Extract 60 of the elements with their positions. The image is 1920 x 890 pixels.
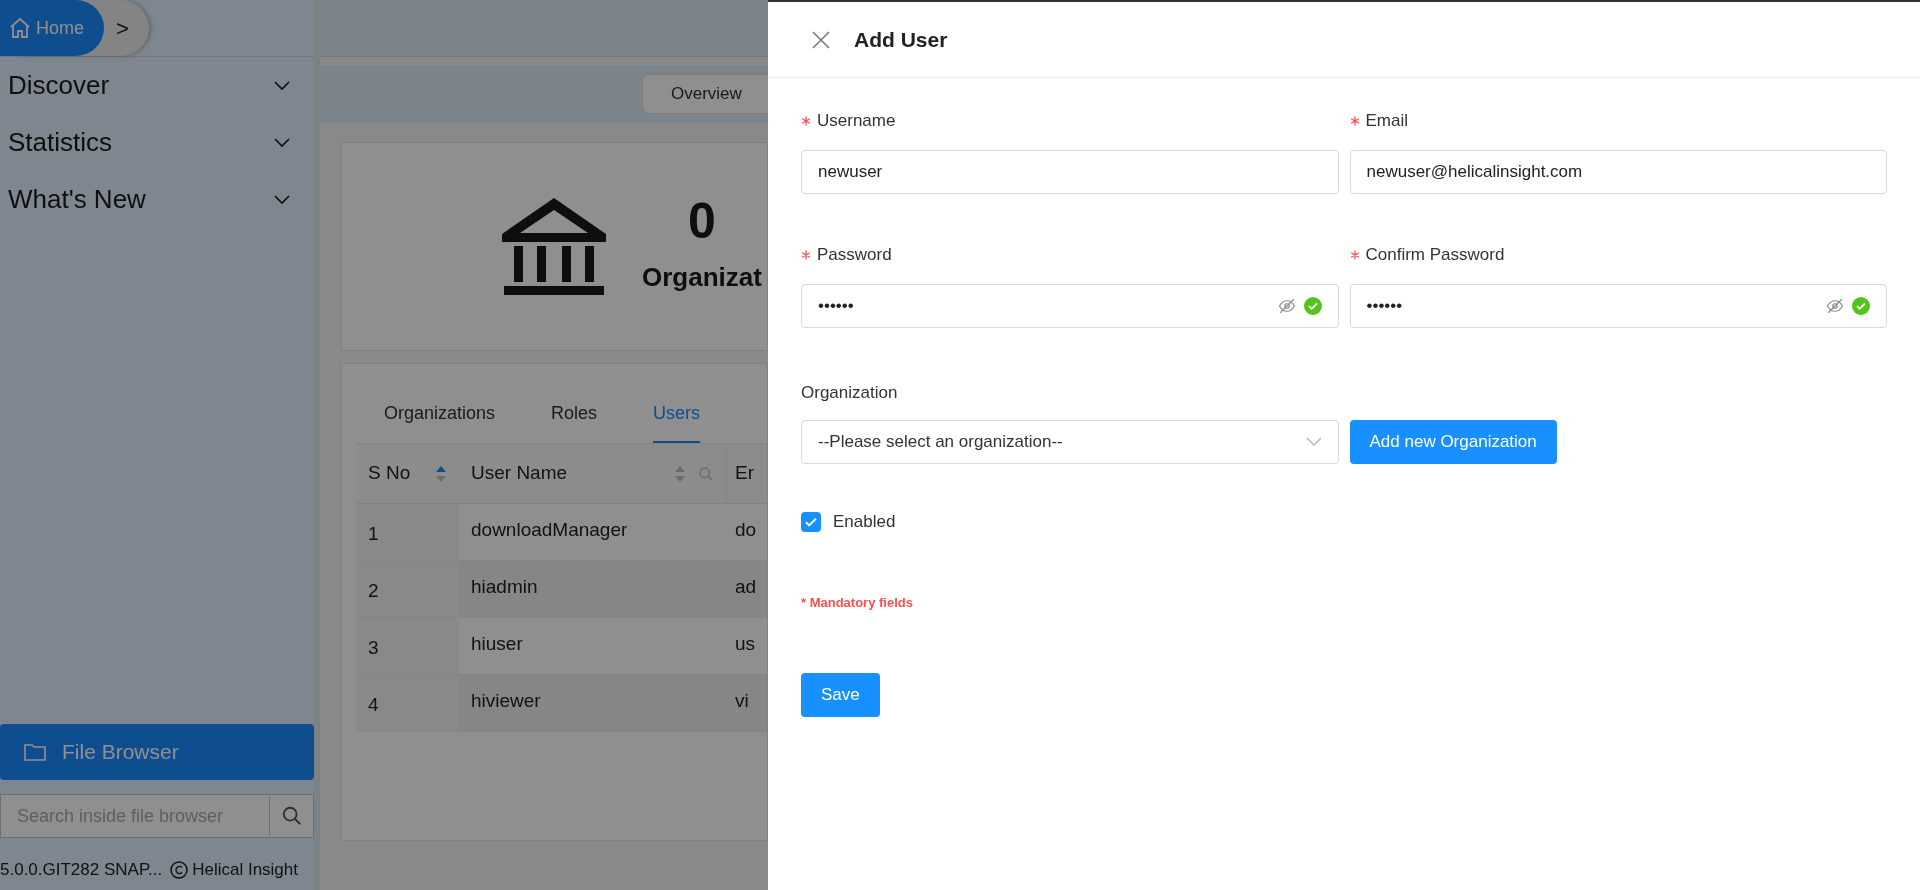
drawer-title: Add User — [854, 26, 948, 53]
sidebar-menu-item[interactable]: Statistics — [0, 114, 314, 171]
table-cell-text: hiviewer — [470, 689, 542, 713]
overview-button[interactable]: Overview — [642, 74, 768, 114]
stat-label: Organizat — [642, 261, 762, 294]
field-label: Organization — [801, 382, 899, 405]
table-cell-text: do — [734, 518, 758, 542]
chevron-down-icon — [274, 137, 290, 148]
mandatory-note: * Mandatory fields — [801, 593, 914, 612]
field-label: Confirm Password — [1349, 235, 1887, 275]
bank-icon — [502, 197, 606, 296]
eye-off-icon[interactable] — [1826, 297, 1844, 315]
sidebar-menu-item[interactable]: Discover — [0, 57, 314, 114]
column-header[interactable]: S No — [356, 444, 459, 503]
field-label: Username — [801, 101, 1339, 141]
close-button[interactable] — [812, 30, 830, 49]
column-header[interactable]: Er — [727, 444, 767, 503]
search-icon — [280, 805, 303, 827]
tab[interactable]: Roles — [551, 400, 598, 443]
folder-icon — [24, 743, 46, 761]
chevron-down-icon — [274, 80, 290, 91]
version-text: 5.0.0.GIT282 SNAP... — [0, 859, 163, 882]
brand-text: Helical Insight — [192, 859, 298, 882]
table-cell: 1 — [356, 504, 459, 560]
eye-off-icon[interactable] — [1277, 297, 1296, 315]
input-field[interactable]: •••••• — [801, 284, 1339, 328]
required-icon — [1349, 116, 1360, 126]
stat-value: 0 — [688, 196, 716, 246]
required-icon — [801, 250, 811, 260]
field-label: Email — [1349, 101, 1887, 141]
close-icon — [812, 30, 830, 49]
input-field[interactable]: •••••• — [1349, 284, 1887, 328]
table-cell-text: downloadManager — [470, 518, 629, 542]
breadcrumb-separator: > — [115, 14, 130, 43]
field-label: Password — [801, 235, 1339, 275]
table-cell-text: hiuser — [470, 632, 524, 656]
enabled-label: Enabled — [833, 511, 896, 533]
search-icon[interactable] — [698, 465, 714, 482]
organization-select[interactable]: --Please select an organization-- — [801, 420, 1339, 464]
table-cell-text: vi — [734, 689, 750, 713]
required-icon — [801, 116, 811, 126]
home-icon — [8, 16, 32, 40]
column-header[interactable]: User Name — [459, 444, 727, 503]
chevron-down-icon — [274, 194, 290, 205]
sort-icon[interactable] — [435, 464, 447, 483]
table-cell-text: ad — [734, 575, 758, 599]
enabled-checkbox[interactable] — [801, 511, 821, 532]
modal-overlay[interactable] — [0, 0, 768, 890]
sidebar-menu-item[interactable]: What's New — [0, 171, 314, 228]
table-cell: 3 — [356, 618, 459, 674]
copyright-icon — [170, 861, 189, 879]
save-button[interactable]: Save — [801, 673, 880, 717]
table-cell-text: hiadmin — [470, 575, 539, 599]
tab[interactable]: Organizations — [384, 400, 496, 443]
required-icon — [1349, 250, 1360, 260]
chevron-down-icon — [1305, 437, 1322, 447]
input-field[interactable]: newuser@helicalinsight.com — [1349, 150, 1887, 194]
add-organization-button[interactable]: Add new Organization — [1349, 420, 1557, 464]
table-cell-text: us — [734, 632, 757, 656]
input-field[interactable]: newuser — [801, 150, 1339, 194]
